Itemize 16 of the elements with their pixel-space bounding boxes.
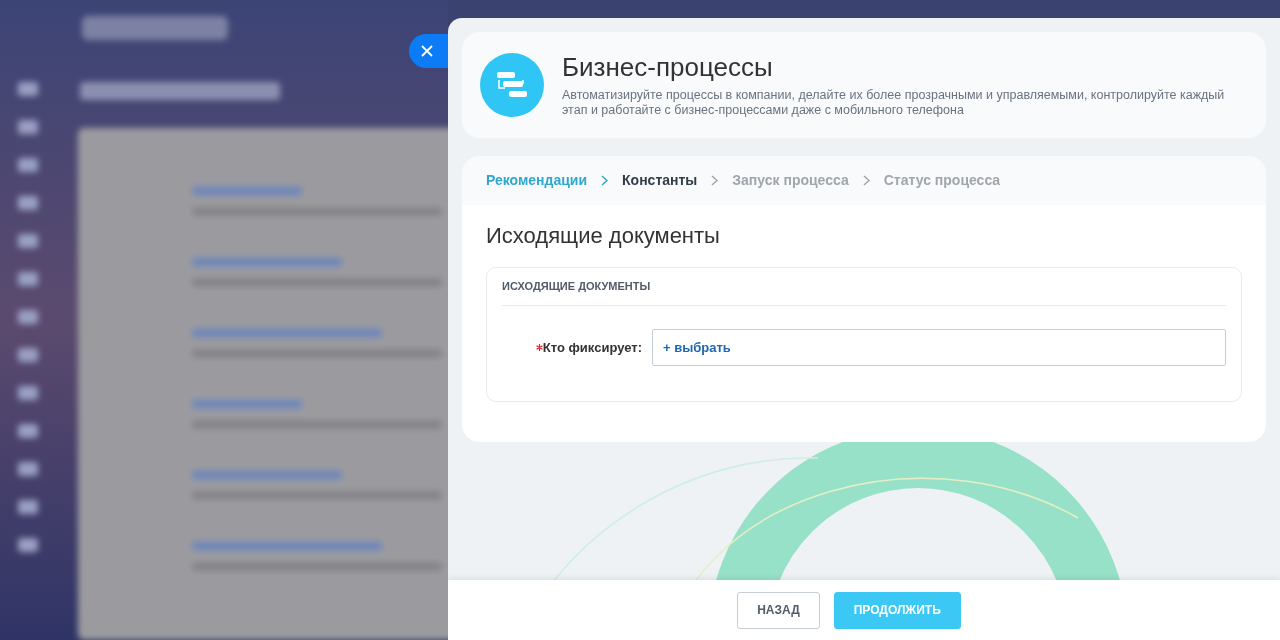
chevron-icon <box>862 175 870 186</box>
header-description: Автоматизируйте процессы в компании, делайте их более прозрачными и управляемыми, контролируйте каждый этап и работайте с бизнес-процессами даже с мобильного телефона <box>562 88 1226 118</box>
section-title: Исходящие документы <box>486 223 721 249</box>
step-label: Статус процесса <box>883 171 1001 190</box>
close-icon <box>420 44 434 58</box>
select-field[interactable]: + выбрать <box>652 329 1226 366</box>
chevron-icon <box>601 175 609 186</box>
close-button[interactable] <box>409 34 448 68</box>
back-button[interactable]: НАЗАД <box>737 591 820 629</box>
step-label: Рекомендации <box>486 171 588 190</box>
step-label: Запуск процесса <box>732 171 849 190</box>
step-label: Константы <box>622 171 698 190</box>
field-label: Кто фиксирует: <box>542 338 642 357</box>
group-title: ИСХОДЯЩИЕ ДОКУМЕНТЫ <box>502 268 1226 306</box>
chevron-icon <box>711 175 719 186</box>
header-title: Бизнес-процессы <box>562 52 774 82</box>
